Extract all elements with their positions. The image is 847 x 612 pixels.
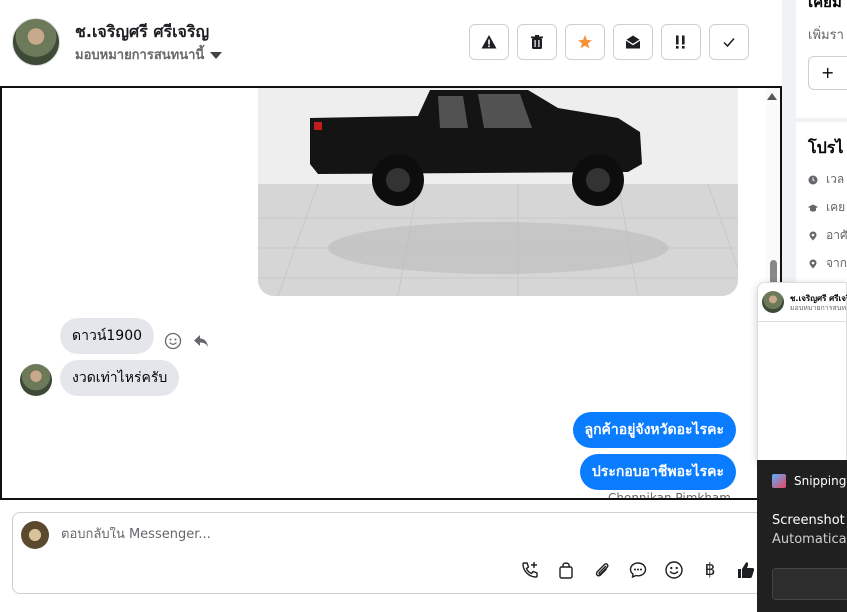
toast-body: Automatical xyxy=(772,532,847,547)
trash-icon xyxy=(531,35,543,49)
profile-section-title: โปรไ xyxy=(808,138,844,157)
delete-button[interactable] xyxy=(517,24,557,60)
saved-replies-icon[interactable] xyxy=(627,559,649,581)
message-actions xyxy=(164,332,210,350)
attachment-icon[interactable] xyxy=(591,559,613,581)
popup-avatar xyxy=(762,291,784,313)
pickup-truck-photo[interactable] xyxy=(258,88,738,296)
profile-row-label: เวล xyxy=(826,172,845,186)
message-thread[interactable]: ดาวน์1900 งวดเท่าไหร่ครับ ลูกค้าอยู่จังห… xyxy=(0,86,782,500)
contact-name[interactable]: ช.เจริญศรี ศรีเจริญ xyxy=(75,20,209,45)
divider xyxy=(758,321,847,322)
follow-up-button[interactable] xyxy=(661,24,701,60)
clock-icon xyxy=(808,175,818,184)
truck-image xyxy=(258,88,738,296)
profile-row-label: จาก xyxy=(826,256,847,270)
composer-area: ฿ xyxy=(0,500,782,612)
location-pin-icon xyxy=(809,231,817,240)
caret-down-icon xyxy=(210,52,223,59)
chat-popup-card[interactable]: ช.เจริญศรี ศรีเจริ มอบหมายการสนท xyxy=(757,282,847,462)
reply-input[interactable] xyxy=(61,527,561,542)
done-button[interactable] xyxy=(709,24,749,60)
conversation-toolbar xyxy=(469,24,749,60)
spam-button[interactable] xyxy=(469,24,509,60)
sender-name: Chonnikan Pimkham xyxy=(608,491,731,500)
thumbs-up-icon[interactable] xyxy=(735,559,757,581)
composer-tools: ฿ xyxy=(519,559,757,581)
mark-unread-button[interactable] xyxy=(613,24,653,60)
contact-avatar[interactable] xyxy=(12,18,60,66)
snipping-tool-icon xyxy=(772,474,786,488)
panel-subtext: เพิ่มรา xyxy=(808,28,844,43)
emoji-icon[interactable] xyxy=(663,559,685,581)
open-envelope-icon xyxy=(625,35,641,49)
graduation-cap-icon xyxy=(808,204,818,212)
star-icon xyxy=(578,35,592,49)
outgoing-message[interactable]: ลูกค้าอยู่จังหวัดอะไรคะ xyxy=(572,412,736,448)
profile-row-time: เวล xyxy=(808,170,844,189)
warning-icon xyxy=(481,35,497,49)
incoming-message[interactable]: งวดเท่าไหร่ครับ xyxy=(60,360,180,396)
toast-title: Screenshot c xyxy=(772,513,847,528)
profile-row-from: จาก xyxy=(808,254,847,273)
add-call-icon[interactable] xyxy=(519,559,541,581)
panel-heading: เคยม xyxy=(808,0,842,11)
shopping-bag-icon[interactable] xyxy=(555,559,577,581)
add-button[interactable]: + xyxy=(808,56,847,90)
payment-baht-icon[interactable]: ฿ xyxy=(699,559,721,581)
toast-app-row: Snipping xyxy=(772,474,846,488)
assign-label: มอบหมายการสนทนานี้ xyxy=(75,48,205,63)
priority-icon xyxy=(676,35,685,49)
popup-assign-label: มอบหมายการสนท xyxy=(790,304,847,312)
toast-app-name: Snipping xyxy=(794,474,847,488)
snipping-notification[interactable]: Snipping Screenshot c Automatical xyxy=(757,460,847,612)
profile-row-label: เคย xyxy=(826,200,846,214)
toast-action-button[interactable] xyxy=(772,568,847,600)
reply-composer[interactable]: ฿ xyxy=(12,512,772,594)
profile-row-label: อาศั xyxy=(826,228,847,242)
outgoing-message[interactable]: ประกอบอาชีพอะไรคะ xyxy=(579,454,736,490)
location-pin-icon xyxy=(809,259,817,268)
page-avatar xyxy=(21,521,49,549)
react-emoji-icon[interactable] xyxy=(164,332,182,350)
scroll-up-arrow-icon[interactable] xyxy=(767,93,777,100)
assign-conversation-dropdown[interactable]: มอบหมายการสนทนานี้ xyxy=(75,44,223,65)
reply-icon[interactable] xyxy=(192,332,210,350)
contact-avatar-small[interactable] xyxy=(20,364,52,396)
star-button[interactable] xyxy=(565,24,605,60)
profile-row-lives-in: อาศั xyxy=(808,226,847,245)
conversation-header: ช.เจริญศรี ศรีเจริญ มอบหมายการสนทนานี้ xyxy=(0,0,782,86)
incoming-message[interactable]: ดาวน์1900 xyxy=(60,318,155,354)
check-icon xyxy=(723,38,735,48)
profile-row-education: เคย xyxy=(808,198,845,217)
